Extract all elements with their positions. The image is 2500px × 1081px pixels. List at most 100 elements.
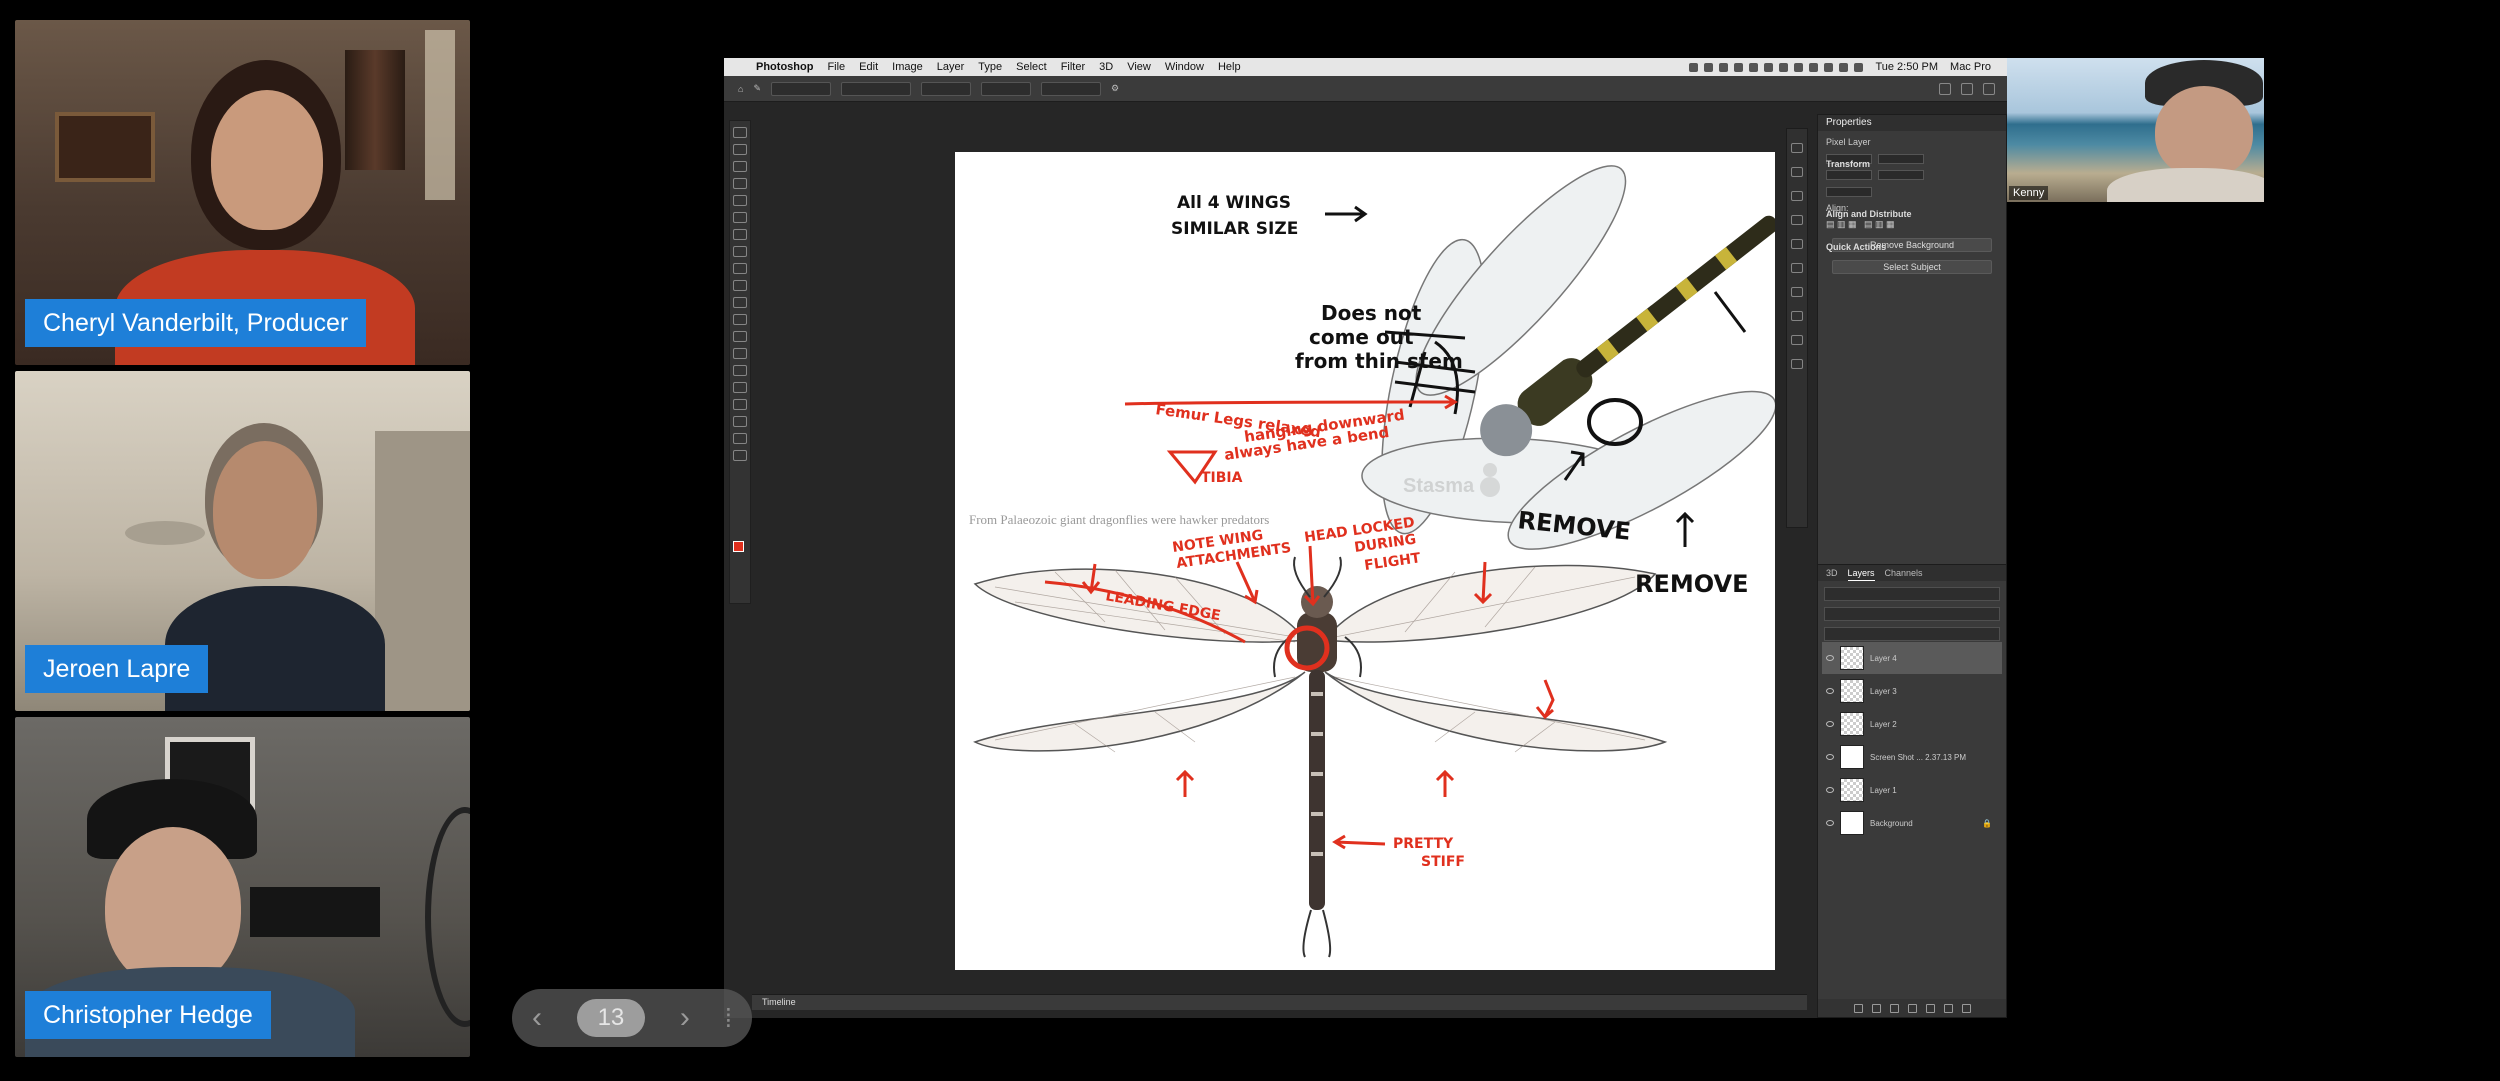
pen-tool-icon[interactable] <box>733 348 747 359</box>
layer-row[interactable]: Background 🔒 <box>1822 807 2002 839</box>
eyedropper-tool-icon[interactable] <box>733 212 747 223</box>
move-tool-icon[interactable] <box>733 127 747 138</box>
select-subject-button[interactable]: Select Subject <box>1832 259 1992 274</box>
quick-actions-section[interactable]: Quick Actions <box>1826 242 1886 252</box>
menu-help[interactable]: Help <box>1218 61 1241 73</box>
eraser-tool-icon[interactable] <box>733 297 747 308</box>
fx-icon[interactable] <box>1871 1003 1881 1013</box>
visibility-eye-icon[interactable] <box>1826 688 1834 694</box>
workspace-icon[interactable] <box>1961 82 1973 95</box>
brush-tool-icon[interactable]: ✎ <box>753 83 761 94</box>
brushes-panel-icon[interactable] <box>1791 311 1803 321</box>
height-field[interactable] <box>1826 170 1872 181</box>
participant-tile-kenny[interactable]: Kenny <box>2007 58 2264 202</box>
tab-3d[interactable]: 3D <box>1826 565 1838 581</box>
menu-layer[interactable]: Layer <box>937 61 965 73</box>
trash-icon[interactable] <box>1961 1003 1971 1013</box>
menu-view[interactable]: View <box>1127 61 1151 73</box>
history-brush-tool-icon[interactable] <box>733 280 747 291</box>
paragraph-panel-icon[interactable] <box>1791 287 1803 297</box>
layer-filter-kind[interactable] <box>1824 587 2000 601</box>
flow-field[interactable] <box>980 81 1031 96</box>
menu-window[interactable]: Window <box>1165 61 1204 73</box>
paths-panel-icon[interactable] <box>1791 359 1803 369</box>
menu-type[interactable]: Type <box>978 61 1002 73</box>
foreground-color-swatch[interactable] <box>733 541 744 552</box>
home-icon[interactable]: ⌂ <box>738 84 743 94</box>
marquee-tool-icon[interactable] <box>733 144 747 155</box>
y-field[interactable] <box>1878 170 1924 181</box>
dodge-tool-icon[interactable] <box>733 331 747 342</box>
menu-file[interactable]: File <box>827 61 845 73</box>
clone-source-panel-icon[interactable] <box>1791 335 1803 345</box>
align-section[interactable]: Align and Distribute <box>1826 209 1912 219</box>
shared-screen-photoshop[interactable]: Photoshop File Edit Image Layer Type Sel… <box>724 58 2007 1018</box>
tab-layers[interactable]: Layers <box>1847 565 1875 581</box>
visibility-eye-icon[interactable] <box>1826 655 1834 661</box>
next-page-button[interactable]: › <box>680 1003 690 1033</box>
properties-tab[interactable]: Properties <box>1818 115 2006 131</box>
layer-row[interactable]: Layer 4 <box>1822 642 2002 674</box>
label-head-locked-3: FLIGHT <box>1363 550 1422 574</box>
folder-icon[interactable] <box>1925 1003 1935 1013</box>
settings-gear-icon[interactable]: ⚙ <box>1111 83 1119 94</box>
share-icon[interactable] <box>1983 82 1995 95</box>
path-select-tool-icon[interactable] <box>733 382 747 393</box>
layer-row[interactable]: Layer 1 <box>1822 774 2002 806</box>
visibility-eye-icon[interactable] <box>1826 820 1834 826</box>
search-icon[interactable] <box>1939 82 1951 95</box>
link-icon[interactable] <box>1853 1003 1863 1013</box>
menu-image[interactable]: Image <box>892 61 923 73</box>
new-layer-icon[interactable] <box>1943 1003 1953 1013</box>
shape-tool-icon[interactable] <box>733 399 747 410</box>
opacity-field[interactable] <box>920 81 971 96</box>
color-panel-icon[interactable] <box>1791 167 1803 177</box>
hand-tool-icon[interactable] <box>733 416 747 427</box>
brush-tool-icon[interactable] <box>733 246 747 257</box>
visibility-eye-icon[interactable] <box>1826 721 1834 727</box>
brush-preset[interactable] <box>770 81 831 96</box>
character-panel-icon[interactable] <box>1791 263 1803 273</box>
layer-row[interactable]: Layer 2 <box>1822 708 2002 740</box>
adjustment-icon[interactable] <box>1907 1003 1917 1013</box>
menu-3d[interactable]: 3D <box>1099 61 1113 73</box>
tab-channels[interactable]: Channels <box>1885 565 1923 581</box>
more-tools-icon[interactable] <box>733 450 747 461</box>
visibility-eye-icon[interactable] <box>1826 787 1834 793</box>
layer-row[interactable]: Screen Shot ... 2.37.13 PM <box>1822 741 2002 773</box>
adjustments-panel-icon[interactable] <box>1791 215 1803 225</box>
menu-photoshop[interactable]: Photoshop <box>756 61 813 73</box>
history-panel-icon[interactable] <box>1791 143 1803 153</box>
layer-row[interactable]: Layer 3 <box>1822 675 2002 707</box>
document-canvas[interactable]: Stasma From Palaeozoic giant dragonflies… <box>955 152 1775 970</box>
smoothing-field[interactable] <box>1040 81 1101 96</box>
align-buttons[interactable]: ▤ ▥ ▦ ▤ ▥ ▦ <box>1826 219 1998 230</box>
mask-icon[interactable] <box>1889 1003 1899 1013</box>
gradient-tool-icon[interactable] <box>733 314 747 325</box>
crop-tool-icon[interactable] <box>733 195 747 206</box>
menu-edit[interactable]: Edit <box>859 61 878 73</box>
timeline-panel[interactable]: Timeline <box>752 994 1807 1010</box>
angle-field[interactable] <box>1826 186 1872 197</box>
previous-page-button[interactable]: ‹ <box>532 1003 542 1033</box>
quick-select-tool-icon[interactable] <box>733 178 747 189</box>
healing-tool-icon[interactable] <box>733 229 747 240</box>
menu-filter[interactable]: Filter <box>1061 61 1085 73</box>
visibility-eye-icon[interactable] <box>1826 754 1834 760</box>
x-field[interactable] <box>1878 153 1924 164</box>
drag-handle-icon[interactable]: ⁞ <box>725 1003 732 1034</box>
stamp-tool-icon[interactable] <box>733 263 747 274</box>
blend-mode-opacity[interactable] <box>1824 607 2000 621</box>
transform-section[interactable]: Transform <box>1826 159 1870 169</box>
type-tool-icon[interactable] <box>733 365 747 376</box>
swatches-panel-icon[interactable] <box>1791 191 1803 201</box>
participant-tile-jeroen[interactable]: Jeroen Lapre <box>15 371 470 711</box>
participant-tile-christopher[interactable]: Christopher Hedge <box>15 717 470 1057</box>
libraries-panel-icon[interactable] <box>1791 239 1803 249</box>
mode-dropdown[interactable] <box>840 81 911 96</box>
participant-tile-cheryl[interactable]: Cheryl Vanderbilt, Producer <box>15 20 470 365</box>
zoom-tool-icon[interactable] <box>733 433 747 444</box>
lock-fill-controls[interactable] <box>1824 627 2000 641</box>
menu-select[interactable]: Select <box>1016 61 1047 73</box>
lasso-tool-icon[interactable] <box>733 161 747 172</box>
